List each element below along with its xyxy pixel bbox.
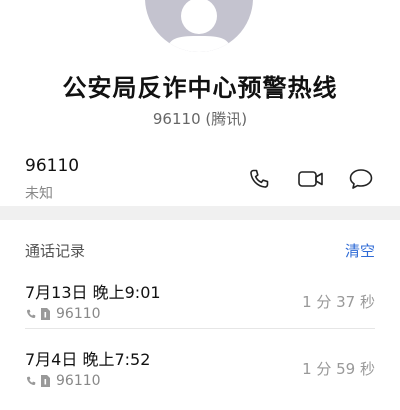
incoming-call-icon [26, 376, 36, 386]
sim-card-1-icon [41, 375, 50, 387]
person-avatar-icon [167, 0, 231, 52]
call-button[interactable] [244, 164, 274, 194]
call-duration: 1 分 59 秒 [302, 360, 375, 378]
incoming-call-icon [26, 309, 36, 319]
call-duration: 1 分 37 秒 [302, 293, 375, 311]
message-icon [349, 169, 373, 189]
phone-icon [250, 169, 269, 188]
call-meta: 96110 [25, 305, 101, 323]
call-number: 96110 [56, 306, 101, 322]
row-divider [25, 328, 375, 329]
avatar [145, 0, 253, 52]
call-log-entry[interactable]: 7月4日 晚上7:52 96110 1 分 59 秒 [0, 346, 400, 410]
call-log-title: 通话记录 [25, 242, 86, 260]
call-log-entry[interactable]: 7月13日 晚上9:01 96110 1 分 37 秒 [0, 279, 400, 343]
call-meta: 96110 [25, 372, 101, 390]
call-date: 7月4日 晚上7:52 [25, 350, 151, 369]
message-button[interactable] [346, 164, 376, 194]
video-call-button[interactable] [296, 164, 326, 194]
call-number: 96110 [56, 373, 101, 389]
sim-card-1-icon [41, 308, 50, 320]
contact-subtitle: 96110 (腾讯) [152, 110, 248, 128]
clear-log-button[interactable]: 清空 [345, 240, 375, 261]
number-location-tag: 未知 [25, 186, 53, 202]
phone-number: 96110 [25, 156, 80, 176]
video-call-icon [298, 171, 323, 187]
section-divider [0, 206, 400, 220]
contact-name: 公安局反诈中心预警热线 [62, 74, 338, 102]
call-log-section: 通话记录 清空 7月13日 晚上9:01 96110 1 分 37 秒 7月4日… [0, 220, 400, 410]
call-date: 7月13日 晚上9:01 [25, 283, 161, 302]
contact-header: 公安局反诈中心预警热线 96110 (腾讯) 96110 未知 [0, 0, 400, 206]
